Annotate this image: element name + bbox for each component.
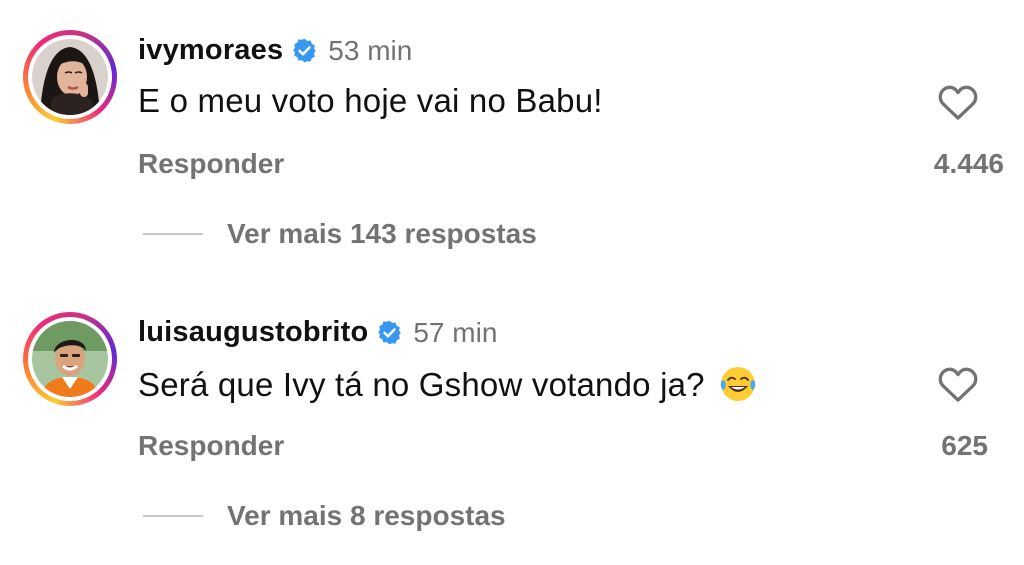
username[interactable]: luisaugustobrito — [138, 316, 368, 349]
divider-line — [143, 515, 203, 517]
username[interactable]: ivymoraes — [138, 34, 283, 67]
like-count[interactable]: 4.446 — [934, 148, 1004, 180]
story-ring[interactable] — [23, 312, 117, 406]
view-more-replies-button[interactable]: Ver mais 143 respostas — [143, 218, 537, 250]
comment-time: 53 min — [328, 34, 413, 66]
comment-time: 57 min — [413, 316, 498, 348]
comment-header: luisaugustobrito 57 min — [138, 316, 497, 349]
view-more-replies-button[interactable]: Ver mais 8 respostas — [143, 500, 506, 532]
like-count[interactable]: 625 — [941, 430, 988, 462]
comment-text-content: Será que Ivy tá no Gshow votando ja? — [138, 366, 705, 403]
story-ring[interactable] — [23, 30, 117, 124]
view-more-label: Ver mais 8 respostas — [227, 500, 506, 531]
comment-item: luisaugustobrito 57 min Será que Ivy tá … — [0, 282, 1024, 565]
reply-button[interactable]: Responder — [138, 148, 284, 180]
avatar[interactable] — [32, 321, 108, 397]
avatar-ring-gap — [28, 35, 112, 119]
comment-text: E o meu voto hoje vai no Babu! — [138, 82, 603, 119]
comment-header: ivymoraes 53 min — [138, 34, 412, 67]
face-with-tears-of-joy-emoji — [720, 367, 756, 401]
heart-outline-icon[interactable] — [937, 364, 979, 404]
comment-text: Será que Ivy tá no Gshow votando ja? — [138, 364, 758, 404]
view-more-label: Ver mais 143 respostas — [227, 218, 537, 249]
avatar[interactable] — [32, 39, 108, 115]
verified-badge-icon — [378, 320, 402, 345]
reply-button[interactable]: Responder — [138, 430, 284, 462]
divider-line — [143, 233, 203, 235]
comment-item: ivymoraes 53 min E o meu voto hoje vai n… — [0, 0, 1024, 282]
avatar-ring-gap — [28, 317, 112, 401]
verified-badge-icon — [293, 38, 317, 63]
heart-outline-icon[interactable] — [937, 82, 979, 122]
